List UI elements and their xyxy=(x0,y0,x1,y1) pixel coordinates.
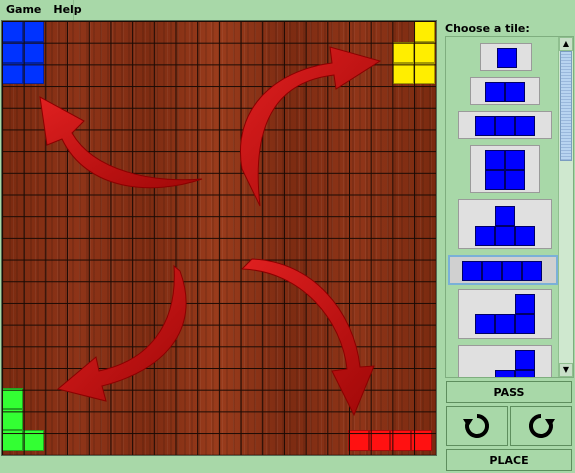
arrow-top-left-icon xyxy=(39,96,203,189)
rotate-counterclockwise-icon xyxy=(463,413,490,438)
arrow-top-right-icon xyxy=(240,46,382,207)
tile-tetromino-l[interactable] xyxy=(458,289,552,339)
arrow-bottom-left-icon xyxy=(56,264,187,402)
tile-pentomino[interactable] xyxy=(458,345,552,377)
tile-chooser: ▲ ▼ xyxy=(445,36,574,378)
scroll-thumb[interactable] xyxy=(560,51,572,161)
rotate-clockwise-icon xyxy=(528,413,555,438)
menu-game[interactable]: Game xyxy=(0,0,47,20)
direction-arrows xyxy=(39,46,382,417)
rotate-left-button[interactable] xyxy=(446,406,508,446)
scroll-up-icon[interactable]: ▲ xyxy=(559,37,573,51)
tile-tetromino-o[interactable] xyxy=(470,145,540,193)
menu-help[interactable]: Help xyxy=(47,0,87,20)
pass-button[interactable]: PASS xyxy=(446,381,572,403)
tile-monomino[interactable] xyxy=(480,43,532,71)
tile-tetromino-i[interactable] xyxy=(448,255,558,285)
choose-tile-label: Choose a tile: xyxy=(445,22,530,35)
place-button[interactable]: PLACE xyxy=(446,449,572,471)
tile-domino[interactable] xyxy=(470,77,540,105)
tile-tetromino-t[interactable] xyxy=(458,199,552,249)
scroll-down-icon[interactable]: ▼ xyxy=(559,363,573,377)
rotate-right-button[interactable] xyxy=(510,406,572,446)
arrow-bottom-right-icon xyxy=(240,258,375,417)
menu-bar: Game Help xyxy=(0,0,82,20)
game-board[interactable] xyxy=(1,20,437,456)
tile-scrollbar[interactable]: ▲ ▼ xyxy=(558,37,573,377)
tile-tromino-i[interactable] xyxy=(458,111,552,139)
